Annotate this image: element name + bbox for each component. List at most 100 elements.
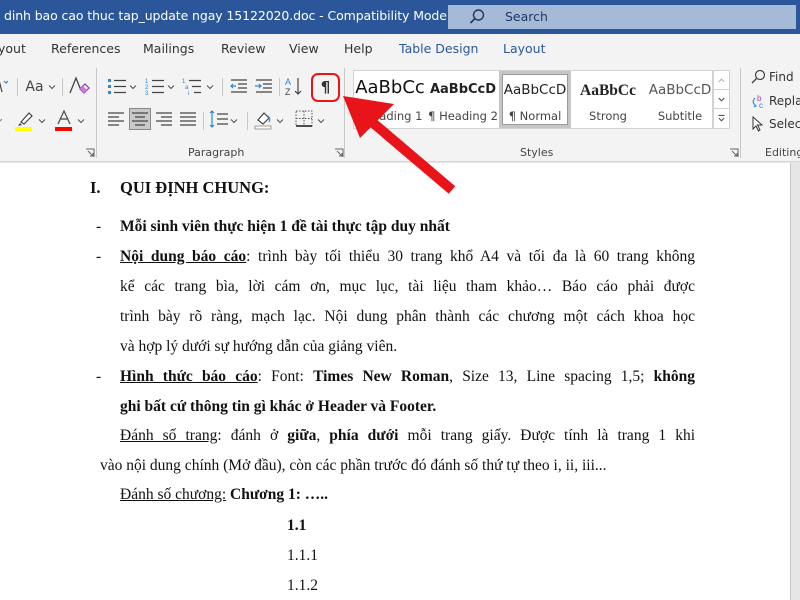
change-case-button[interactable]: Aa	[24, 76, 58, 98]
align-center-button[interactable]	[129, 108, 151, 130]
decrease-indent-icon	[230, 79, 247, 93]
paragraph-dialog-launcher-icon[interactable]	[334, 148, 344, 158]
svg-text:Z: Z	[285, 87, 291, 97]
styles-scroll-down[interactable]	[713, 89, 730, 109]
separator	[203, 112, 204, 130]
window-title: dinh bao cao thuc tap_update ngay 151220…	[4, 8, 491, 23]
tab-help[interactable]: Help	[344, 41, 373, 56]
align-left-icon	[108, 112, 124, 126]
increase-indent-icon	[255, 79, 272, 93]
bullets-button[interactable]	[105, 74, 129, 98]
search-box[interactable]: Search	[448, 5, 796, 29]
separator	[222, 78, 223, 96]
clear-formatting-icon	[69, 76, 90, 94]
style-normal[interactable]: AaBbCcD ¶ Normal	[499, 71, 571, 128]
style-strong[interactable]: AaBbCc Strong	[572, 71, 644, 128]
borders-button[interactable]	[293, 108, 315, 130]
outline-number: 1.1	[287, 517, 307, 534]
paragraph-line: Hình thức báo cáo: Font: Times New Roman…	[120, 368, 695, 385]
separator	[279, 78, 280, 96]
chevron-down-icon[interactable]	[205, 82, 215, 92]
borders-icon	[295, 110, 313, 127]
styles-dialog-launcher-icon[interactable]	[729, 148, 739, 158]
align-center-icon	[132, 112, 148, 126]
title-bar: dinh bao cao thuc tap_update ngay 151220…	[0, 0, 800, 34]
section-heading: QUI ĐỊNH CHUNG:	[120, 178, 270, 197]
document-area: I. QUI ĐỊNH CHUNG: - Mỗi sinh viên thực …	[0, 163, 800, 600]
align-right-icon	[156, 112, 172, 126]
annotation-highlight-circle	[311, 73, 340, 102]
chevron-down-icon[interactable]	[37, 116, 47, 126]
paragraph-line: Nội dung báo cáo: trình bày tối thiểu 30…	[120, 248, 695, 265]
svg-text:A: A	[285, 77, 291, 87]
chevron-up-icon	[718, 77, 725, 82]
chevron-down-icon[interactable]	[76, 116, 86, 126]
align-left-button[interactable]	[105, 108, 127, 130]
align-right-button[interactable]	[153, 108, 175, 130]
bullet-dash: -	[96, 218, 102, 235]
chevron-down-icon	[718, 97, 725, 102]
chevron-down-icon[interactable]	[229, 116, 239, 126]
separator	[17, 78, 18, 96]
grow-font-button[interactable]	[0, 76, 8, 96]
tab-table-design[interactable]: Table Design	[399, 41, 478, 56]
highlight-color-button[interactable]	[14, 108, 36, 132]
find-button[interactable]: Find	[750, 69, 794, 85]
outline-number: 1.1.1	[287, 547, 318, 564]
select-button[interactable]: Select	[750, 116, 800, 132]
separator	[62, 78, 63, 96]
separator	[247, 112, 248, 130]
style-subtitle[interactable]: AaBbCcD Subtitle	[644, 71, 716, 128]
font-color-button[interactable]	[53, 108, 75, 132]
tab-mailings[interactable]: Mailings	[143, 41, 194, 56]
paragraph-line: Đánh số chương: Chương 1: …..	[120, 486, 328, 503]
decrease-indent-button[interactable]	[228, 74, 250, 98]
line-spacing-button[interactable]	[208, 108, 230, 130]
numbering-button[interactable]: 123	[143, 74, 167, 98]
chevron-down-icon[interactable]	[128, 82, 138, 92]
tab-view[interactable]: View	[289, 41, 319, 56]
tab-table-layout[interactable]: Layout	[503, 41, 546, 56]
styles-more-button[interactable]	[713, 108, 730, 129]
style-heading-1[interactable]: AaBbCc Heading 1	[354, 71, 426, 128]
document-page[interactable]: I. QUI ĐỊNH CHUNG: - Mỗi sinh viên thực …	[0, 163, 791, 600]
shading-button[interactable]	[253, 108, 275, 130]
format-label: Hình thức báo cáo	[120, 368, 258, 385]
tab-layout-partial[interactable]: yout	[0, 41, 26, 56]
multilevel-list-icon: 1ai	[182, 79, 201, 97]
font-size-dropdown[interactable]	[0, 110, 6, 130]
styles-group-label: Styles	[520, 146, 554, 159]
search-icon	[751, 69, 766, 84]
justify-icon	[180, 112, 196, 126]
paragraph-line: trình bày rõ ràng, mạch lạc. Nội dung ph…	[120, 308, 695, 325]
outline-number: 1.1.2	[287, 577, 318, 594]
clear-formatting-button[interactable]	[68, 74, 90, 98]
chevron-down-icon[interactable]	[275, 116, 285, 126]
svg-text:c: c	[759, 101, 763, 109]
styles-scroll-up[interactable]	[713, 70, 730, 90]
paragraph-line: Mỗi sinh viên thực hiện 1 đề tài thực tậ…	[120, 218, 450, 235]
sort-button[interactable]: AZ	[283, 74, 305, 98]
tab-references[interactable]: References	[51, 41, 120, 56]
sort-az-icon: AZ	[285, 77, 302, 97]
replace-button[interactable]: bc Replace	[750, 93, 800, 109]
ribbon: Aa 123 1ai AZ ¶ Paragraph AaBbCc Heading…	[0, 64, 800, 162]
svg-text:i: i	[188, 91, 189, 97]
font-color-icon	[55, 109, 72, 131]
increase-indent-button[interactable]	[253, 74, 275, 98]
find-label: Find	[769, 70, 794, 84]
tab-review[interactable]: Review	[221, 41, 266, 56]
ribbon-tabs: yout References Mailings Review View Hel…	[0, 34, 800, 64]
paragraph-line: và hợp lý dưới sự hướng dẫn của giảng vi…	[120, 338, 398, 355]
style-heading-2[interactable]: AaBbCcD ¶ Heading 2	[427, 71, 499, 128]
group-separator	[96, 68, 97, 158]
multilevel-list-button[interactable]: 1ai	[180, 74, 204, 98]
chevron-down-icon[interactable]	[316, 116, 326, 126]
change-case-label: Aa	[25, 79, 44, 95]
chevron-down-icon[interactable]	[166, 82, 176, 92]
font-dialog-launcher-icon[interactable]	[85, 148, 95, 158]
page-numbering-label: Đánh số trang	[120, 427, 218, 444]
content-label: Nội dung báo cáo	[120, 248, 247, 265]
paragraph-group-label: Paragraph	[188, 146, 245, 159]
justify-button[interactable]	[177, 108, 199, 130]
